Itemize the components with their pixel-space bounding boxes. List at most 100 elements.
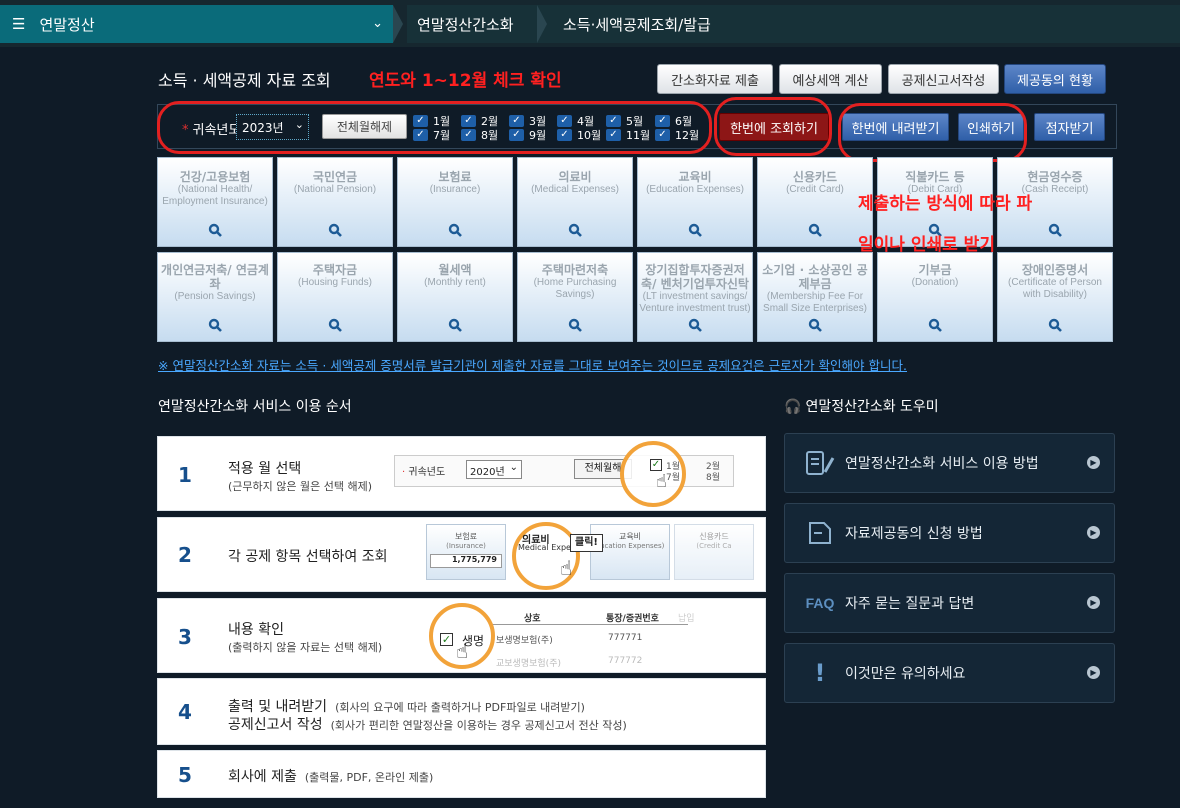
tile-title: 직불카드 등 <box>905 170 965 184</box>
step-number: 3 <box>178 625 192 649</box>
tile-9[interactable]: 개인연금저축/ 연금계좌 (Pension Savings) <box>157 252 273 342</box>
search-icon[interactable] <box>688 317 702 332</box>
search-icon[interactable] <box>448 222 462 237</box>
arrow-right-icon: ▶ <box>1087 666 1100 679</box>
deduction-form-button[interactable]: 공제신고서작성 <box>888 64 999 94</box>
tile-title: 신용카드 <box>792 170 838 184</box>
braille-button[interactable]: 점자받기 <box>1034 113 1105 141</box>
tile-title: 교육비 <box>678 170 712 184</box>
tile-6[interactable]: 신용카드 (Credit Card) <box>757 157 873 247</box>
help-consent-guide[interactable]: 자료제공동의 신청 방법 ▶ <box>784 503 1115 563</box>
search-icon[interactable] <box>208 317 222 332</box>
annotation-download-method-2: 일이나 인쇄로 받기 <box>858 235 995 255</box>
step-title: 각 공제 항목 선택하여 조회 <box>228 549 388 565</box>
tile-10[interactable]: 주택자금 (Housing Funds) <box>277 252 393 342</box>
help-item-label: 자주 묻는 질문과 답변 <box>845 596 975 612</box>
tile-4[interactable]: 의료비 (Medical Expenses) <box>517 157 633 247</box>
step-number: 5 <box>178 763 192 787</box>
main-menu-dropdown[interactable]: ☰ 연말정산 ⌄ <box>0 5 393 43</box>
click-callout: 클릭! <box>570 534 603 552</box>
ill-cell: 777772 <box>608 656 643 666</box>
tile-1[interactable]: 건강/고용보험 (National Health/ Employment Insu… <box>157 157 273 247</box>
tile-12[interactable]: 주택마련저축 (Home Purchasing Savings) <box>517 252 633 342</box>
breadcrumb-label: 소득·세액공제조회/발급 <box>563 15 711 34</box>
help-cautions[interactable]: ! 이것만은 유의하세요 ▶ <box>784 643 1115 703</box>
step-title-text: 회사에 제출 <box>228 769 297 785</box>
search-icon[interactable] <box>328 222 342 237</box>
tile-3[interactable]: 보험료 (Insurance) <box>397 157 513 247</box>
ill-checkbox-icon: ✓ <box>440 633 453 646</box>
step-2: 2 각 공제 항목 선택하여 조회 보험료 (Insurance) 1,775,… <box>157 517 766 592</box>
hand-cursor-icon: ☝ <box>656 471 667 492</box>
tile-11[interactable]: 월세액 (Monthly rent) <box>397 252 513 342</box>
help-item-label: 이것만은 유의하세요 <box>845 666 966 682</box>
submit-simplified-data-button[interactable]: 간소화자료 제출 <box>657 64 773 94</box>
tile-15[interactable]: 기부금 (Donation) <box>877 252 993 342</box>
tile-title: 의료비 <box>558 170 592 184</box>
search-icon[interactable] <box>808 317 822 332</box>
tile-subtitle: (Monthly rent) <box>424 277 486 288</box>
breadcrumb-separator <box>393 5 403 43</box>
ill-col-header: 납입 <box>678 614 695 624</box>
tile-14[interactable]: 소기업 · 소상공인 공제부금 (Membership Fee For Small… <box>757 252 873 342</box>
help-item-label: 연말정산간소화 서비스 이용 방법 <box>845 456 1039 472</box>
tile-title: 월세액 <box>438 263 472 277</box>
search-icon[interactable] <box>808 222 822 237</box>
tile-subtitle: (Home Purchasing Savings) <box>533 277 617 300</box>
tile-title: 개인연금저축/ 연금계좌 <box>161 263 269 291</box>
hand-cursor-icon: ☝ <box>560 556 573 580</box>
step-subtitle: (회사가 편리한 연말정산을 이용하는 경우 공제신고서 전산 작성) <box>330 719 627 732</box>
ill-year-select: 2020년 ⌄ <box>466 460 522 479</box>
step-number: 1 <box>178 463 192 487</box>
ill-tile-en: (Credit Ca <box>696 542 732 550</box>
annotation-ring-download <box>838 103 1027 162</box>
consent-status-button[interactable]: 제공동의 현황 <box>1004 64 1106 94</box>
step-title: 적용 월 선택 <box>228 461 302 477</box>
notice-link[interactable]: ※ 연말정산간소화 자료는 소득 · 세액공제 증명서류 발급기관이 제출한 자… <box>158 355 907 374</box>
tile-title: 현금영수증 <box>1027 170 1083 184</box>
search-icon[interactable] <box>208 222 222 237</box>
arrow-right-icon: ▶ <box>1087 456 1100 469</box>
estimate-tax-button[interactable]: 예상세액 계산 <box>779 64 882 94</box>
annotation-ring-query <box>714 97 832 156</box>
search-icon[interactable] <box>568 317 582 332</box>
search-icon[interactable] <box>448 317 462 332</box>
ill-cell: 교보생명보험(주) <box>496 659 561 669</box>
tile-16[interactable]: 장애인증명서 (Certificate of Person with Disabi… <box>997 252 1113 342</box>
tile-2[interactable]: 국민연금 (National Pension) <box>277 157 393 247</box>
hamburger-icon[interactable]: ☰ <box>12 15 25 33</box>
step-subtitle: (회사의 요구에 따라 출력하거나 PDF파일로 내려받기) <box>335 701 585 714</box>
tile-5[interactable]: 교육비 (Education Expenses) <box>637 157 753 247</box>
step-subtitle: (근무하지 않은 월은 선택 해제) <box>228 480 373 493</box>
help-item-label: 자료제공동의 신청 방법 <box>845 526 983 542</box>
tile-title: 주택마련저축 <box>541 263 609 277</box>
tile-subtitle: (Insurance) <box>429 184 481 195</box>
search-icon[interactable] <box>568 222 582 237</box>
search-icon[interactable] <box>1048 222 1062 237</box>
step-1: 1 적용 월 선택 (근무하지 않은 월은 선택 해제) · 귀속년도 2020… <box>157 436 766 511</box>
ill-col-header: 상호 <box>524 614 541 624</box>
search-icon[interactable] <box>328 317 342 332</box>
breadcrumb-deduction-inquiry[interactable]: 소득·세액공제조회/발급 <box>547 5 1180 43</box>
ill-tile-credit: 신용카드 (Credit Ca <box>674 524 754 580</box>
ill-tile-en: Medical Expen <box>518 543 577 552</box>
tile-title: 장애인증명서 <box>1021 263 1089 277</box>
step-number: 4 <box>178 700 192 724</box>
tile-subtitle: (National Pension) <box>293 184 377 195</box>
help-title: 🎧 연말정산간소화 도우미 <box>784 396 939 416</box>
breadcrumb-yearend-simplified[interactable]: 연말정산간소화 <box>407 5 547 43</box>
tile-subtitle: (Credit Card) <box>786 184 844 195</box>
document-icon <box>803 521 837 545</box>
help-usage-guide[interactable]: 연말정산간소화 서비스 이용 방법 ▶ <box>784 433 1115 493</box>
arrow-right-icon: ▶ <box>1087 596 1100 609</box>
tile-title: 건강/고용보험 <box>179 170 251 184</box>
search-icon[interactable] <box>928 317 942 332</box>
exclamation-icon: ! <box>814 659 826 687</box>
headset-icon: 🎧 <box>784 399 802 415</box>
chevron-down-icon[interactable]: ⌄ <box>372 16 383 31</box>
search-icon[interactable] <box>1048 317 1062 332</box>
search-icon[interactable] <box>688 222 702 237</box>
tile-title: 기부금 <box>918 263 952 277</box>
tile-13[interactable]: 장기집합투자증권저축/ 벤처기업투자신탁 (LT investment savin… <box>637 252 753 342</box>
help-faq[interactable]: FAQ 자주 묻는 질문과 답변 ▶ <box>784 573 1115 633</box>
